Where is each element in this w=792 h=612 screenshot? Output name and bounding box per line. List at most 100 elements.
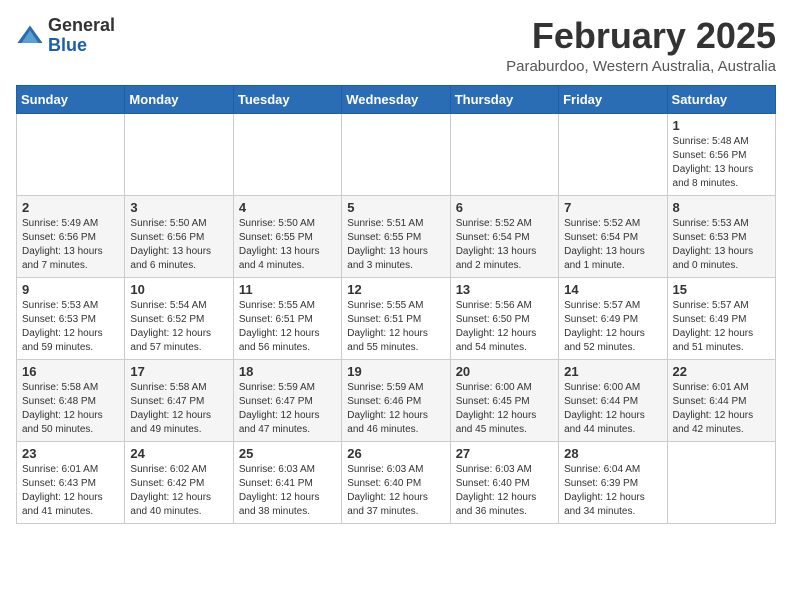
calendar-cell: 13 Sunrise: 5:56 AM Sunset: 6:50 PM Dayli… — [450, 277, 558, 359]
day-info: Sunrise: 5:50 AM Sunset: 6:55 PM Dayligh… — [239, 217, 336, 273]
logo-text: General Blue — [48, 16, 115, 56]
calendar-cell: 1 Sunrise: 5:48 AM Sunset: 6:56 PM Daylig… — [667, 113, 775, 195]
day-number: 11 — [239, 282, 336, 297]
day-info: Sunrise: 6:02 AM Sunset: 6:42 PM Dayligh… — [130, 463, 227, 519]
day-info: Sunrise: 6:00 AM Sunset: 6:44 PM Dayligh… — [564, 381, 661, 437]
day-info: Sunrise: 5:54 AM Sunset: 6:52 PM Dayligh… — [130, 299, 227, 355]
day-info: Sunrise: 5:51 AM Sunset: 6:55 PM Dayligh… — [347, 217, 444, 273]
day-info: Sunrise: 6:03 AM Sunset: 6:40 PM Dayligh… — [456, 463, 553, 519]
day-info: Sunrise: 5:49 AM Sunset: 6:56 PM Dayligh… — [22, 217, 119, 273]
day-info: Sunrise: 5:57 AM Sunset: 6:49 PM Dayligh… — [564, 299, 661, 355]
calendar-header-row: SundayMondayTuesdayWednesdayThursdayFrid… — [17, 85, 776, 113]
calendar-cell: 24 Sunrise: 6:02 AM Sunset: 6:42 PM Dayli… — [125, 441, 233, 523]
day-header: Sunday — [17, 85, 125, 113]
logo: General Blue — [16, 16, 115, 56]
calendar-cell: 8 Sunrise: 5:53 AM Sunset: 6:53 PM Daylig… — [667, 195, 775, 277]
calendar-cell: 21 Sunrise: 6:00 AM Sunset: 6:44 PM Dayli… — [559, 359, 667, 441]
day-header: Wednesday — [342, 85, 450, 113]
day-number: 20 — [456, 364, 553, 379]
day-number: 23 — [22, 446, 119, 461]
calendar-cell: 18 Sunrise: 5:59 AM Sunset: 6:47 PM Dayli… — [233, 359, 341, 441]
day-number: 9 — [22, 282, 119, 297]
calendar-cell: 6 Sunrise: 5:52 AM Sunset: 6:54 PM Daylig… — [450, 195, 558, 277]
day-number: 8 — [673, 200, 770, 215]
day-number: 10 — [130, 282, 227, 297]
day-header: Thursday — [450, 85, 558, 113]
day-info: Sunrise: 5:53 AM Sunset: 6:53 PM Dayligh… — [673, 217, 770, 273]
logo-icon — [16, 22, 44, 50]
calendar-week-row: 1 Sunrise: 5:48 AM Sunset: 6:56 PM Daylig… — [17, 113, 776, 195]
calendar-cell: 4 Sunrise: 5:50 AM Sunset: 6:55 PM Daylig… — [233, 195, 341, 277]
day-number: 3 — [130, 200, 227, 215]
calendar-cell — [17, 113, 125, 195]
day-info: Sunrise: 6:01 AM Sunset: 6:44 PM Dayligh… — [673, 381, 770, 437]
calendar-cell — [342, 113, 450, 195]
day-info: Sunrise: 6:03 AM Sunset: 6:41 PM Dayligh… — [239, 463, 336, 519]
day-number: 4 — [239, 200, 336, 215]
day-number: 2 — [22, 200, 119, 215]
calendar-cell: 19 Sunrise: 5:59 AM Sunset: 6:46 PM Dayli… — [342, 359, 450, 441]
logo-blue: Blue — [48, 35, 87, 55]
location-title: Paraburdoo, Western Australia, Australia — [506, 58, 776, 75]
calendar-cell — [125, 113, 233, 195]
day-info: Sunrise: 6:01 AM Sunset: 6:43 PM Dayligh… — [22, 463, 119, 519]
calendar-cell: 23 Sunrise: 6:01 AM Sunset: 6:43 PM Dayli… — [17, 441, 125, 523]
logo-general: General — [48, 15, 115, 35]
day-info: Sunrise: 5:56 AM Sunset: 6:50 PM Dayligh… — [456, 299, 553, 355]
day-number: 1 — [673, 118, 770, 133]
day-info: Sunrise: 6:00 AM Sunset: 6:45 PM Dayligh… — [456, 381, 553, 437]
day-number: 13 — [456, 282, 553, 297]
calendar-cell — [233, 113, 341, 195]
day-info: Sunrise: 5:59 AM Sunset: 6:46 PM Dayligh… — [347, 381, 444, 437]
calendar-cell: 28 Sunrise: 6:04 AM Sunset: 6:39 PM Dayli… — [559, 441, 667, 523]
day-number: 25 — [239, 446, 336, 461]
day-number: 6 — [456, 200, 553, 215]
day-info: Sunrise: 5:52 AM Sunset: 6:54 PM Dayligh… — [564, 217, 661, 273]
calendar-cell: 25 Sunrise: 6:03 AM Sunset: 6:41 PM Dayli… — [233, 441, 341, 523]
day-number: 21 — [564, 364, 661, 379]
calendar-cell: 16 Sunrise: 5:58 AM Sunset: 6:48 PM Dayli… — [17, 359, 125, 441]
day-number: 27 — [456, 446, 553, 461]
calendar-cell: 27 Sunrise: 6:03 AM Sunset: 6:40 PM Dayli… — [450, 441, 558, 523]
month-title: February 2025 — [506, 16, 776, 56]
calendar-cell: 5 Sunrise: 5:51 AM Sunset: 6:55 PM Daylig… — [342, 195, 450, 277]
day-info: Sunrise: 5:55 AM Sunset: 6:51 PM Dayligh… — [347, 299, 444, 355]
day-header: Friday — [559, 85, 667, 113]
calendar-cell: 2 Sunrise: 5:49 AM Sunset: 6:56 PM Daylig… — [17, 195, 125, 277]
day-info: Sunrise: 5:53 AM Sunset: 6:53 PM Dayligh… — [22, 299, 119, 355]
calendar-week-row: 2 Sunrise: 5:49 AM Sunset: 6:56 PM Daylig… — [17, 195, 776, 277]
calendar-cell: 10 Sunrise: 5:54 AM Sunset: 6:52 PM Dayli… — [125, 277, 233, 359]
day-number: 26 — [347, 446, 444, 461]
day-info: Sunrise: 5:48 AM Sunset: 6:56 PM Dayligh… — [673, 135, 770, 191]
page-header: General Blue February 2025 Paraburdoo, W… — [16, 16, 776, 75]
day-number: 28 — [564, 446, 661, 461]
day-number: 22 — [673, 364, 770, 379]
calendar-week-row: 9 Sunrise: 5:53 AM Sunset: 6:53 PM Daylig… — [17, 277, 776, 359]
calendar-cell: 9 Sunrise: 5:53 AM Sunset: 6:53 PM Daylig… — [17, 277, 125, 359]
calendar-table: SundayMondayTuesdayWednesdayThursdayFrid… — [16, 85, 776, 524]
day-info: Sunrise: 5:52 AM Sunset: 6:54 PM Dayligh… — [456, 217, 553, 273]
day-number: 19 — [347, 364, 444, 379]
day-header: Tuesday — [233, 85, 341, 113]
calendar-cell: 26 Sunrise: 6:03 AM Sunset: 6:40 PM Dayli… — [342, 441, 450, 523]
day-number: 14 — [564, 282, 661, 297]
day-info: Sunrise: 6:03 AM Sunset: 6:40 PM Dayligh… — [347, 463, 444, 519]
day-number: 24 — [130, 446, 227, 461]
calendar-cell — [559, 113, 667, 195]
day-number: 5 — [347, 200, 444, 215]
calendar-cell: 11Sunrise: 5:55 AM Sunset: 6:51 PM Dayli… — [233, 277, 341, 359]
calendar-cell: 12Sunrise: 5:55 AM Sunset: 6:51 PM Dayli… — [342, 277, 450, 359]
day-number: 16 — [22, 364, 119, 379]
day-header: Saturday — [667, 85, 775, 113]
calendar-cell: 3Sunrise: 5:50 AM Sunset: 6:56 PM Daylig… — [125, 195, 233, 277]
day-number: 15 — [673, 282, 770, 297]
calendar-cell: 15 Sunrise: 5:57 AM Sunset: 6:49 PM Dayli… — [667, 277, 775, 359]
calendar-week-row: 16 Sunrise: 5:58 AM Sunset: 6:48 PM Dayli… — [17, 359, 776, 441]
calendar-cell: 17Sunrise: 5:58 AM Sunset: 6:47 PM Dayli… — [125, 359, 233, 441]
calendar-cell: 14 Sunrise: 5:57 AM Sunset: 6:49 PM Dayli… — [559, 277, 667, 359]
day-number: 18 — [239, 364, 336, 379]
day-info: Sunrise: 5:57 AM Sunset: 6:49 PM Dayligh… — [673, 299, 770, 355]
day-info: Sunrise: 5:58 AM Sunset: 6:48 PM Dayligh… — [22, 381, 119, 437]
day-info: Sunrise: 5:59 AM Sunset: 6:47 PM Dayligh… — [239, 381, 336, 437]
day-info: Sunrise: 6:04 AM Sunset: 6:39 PM Dayligh… — [564, 463, 661, 519]
